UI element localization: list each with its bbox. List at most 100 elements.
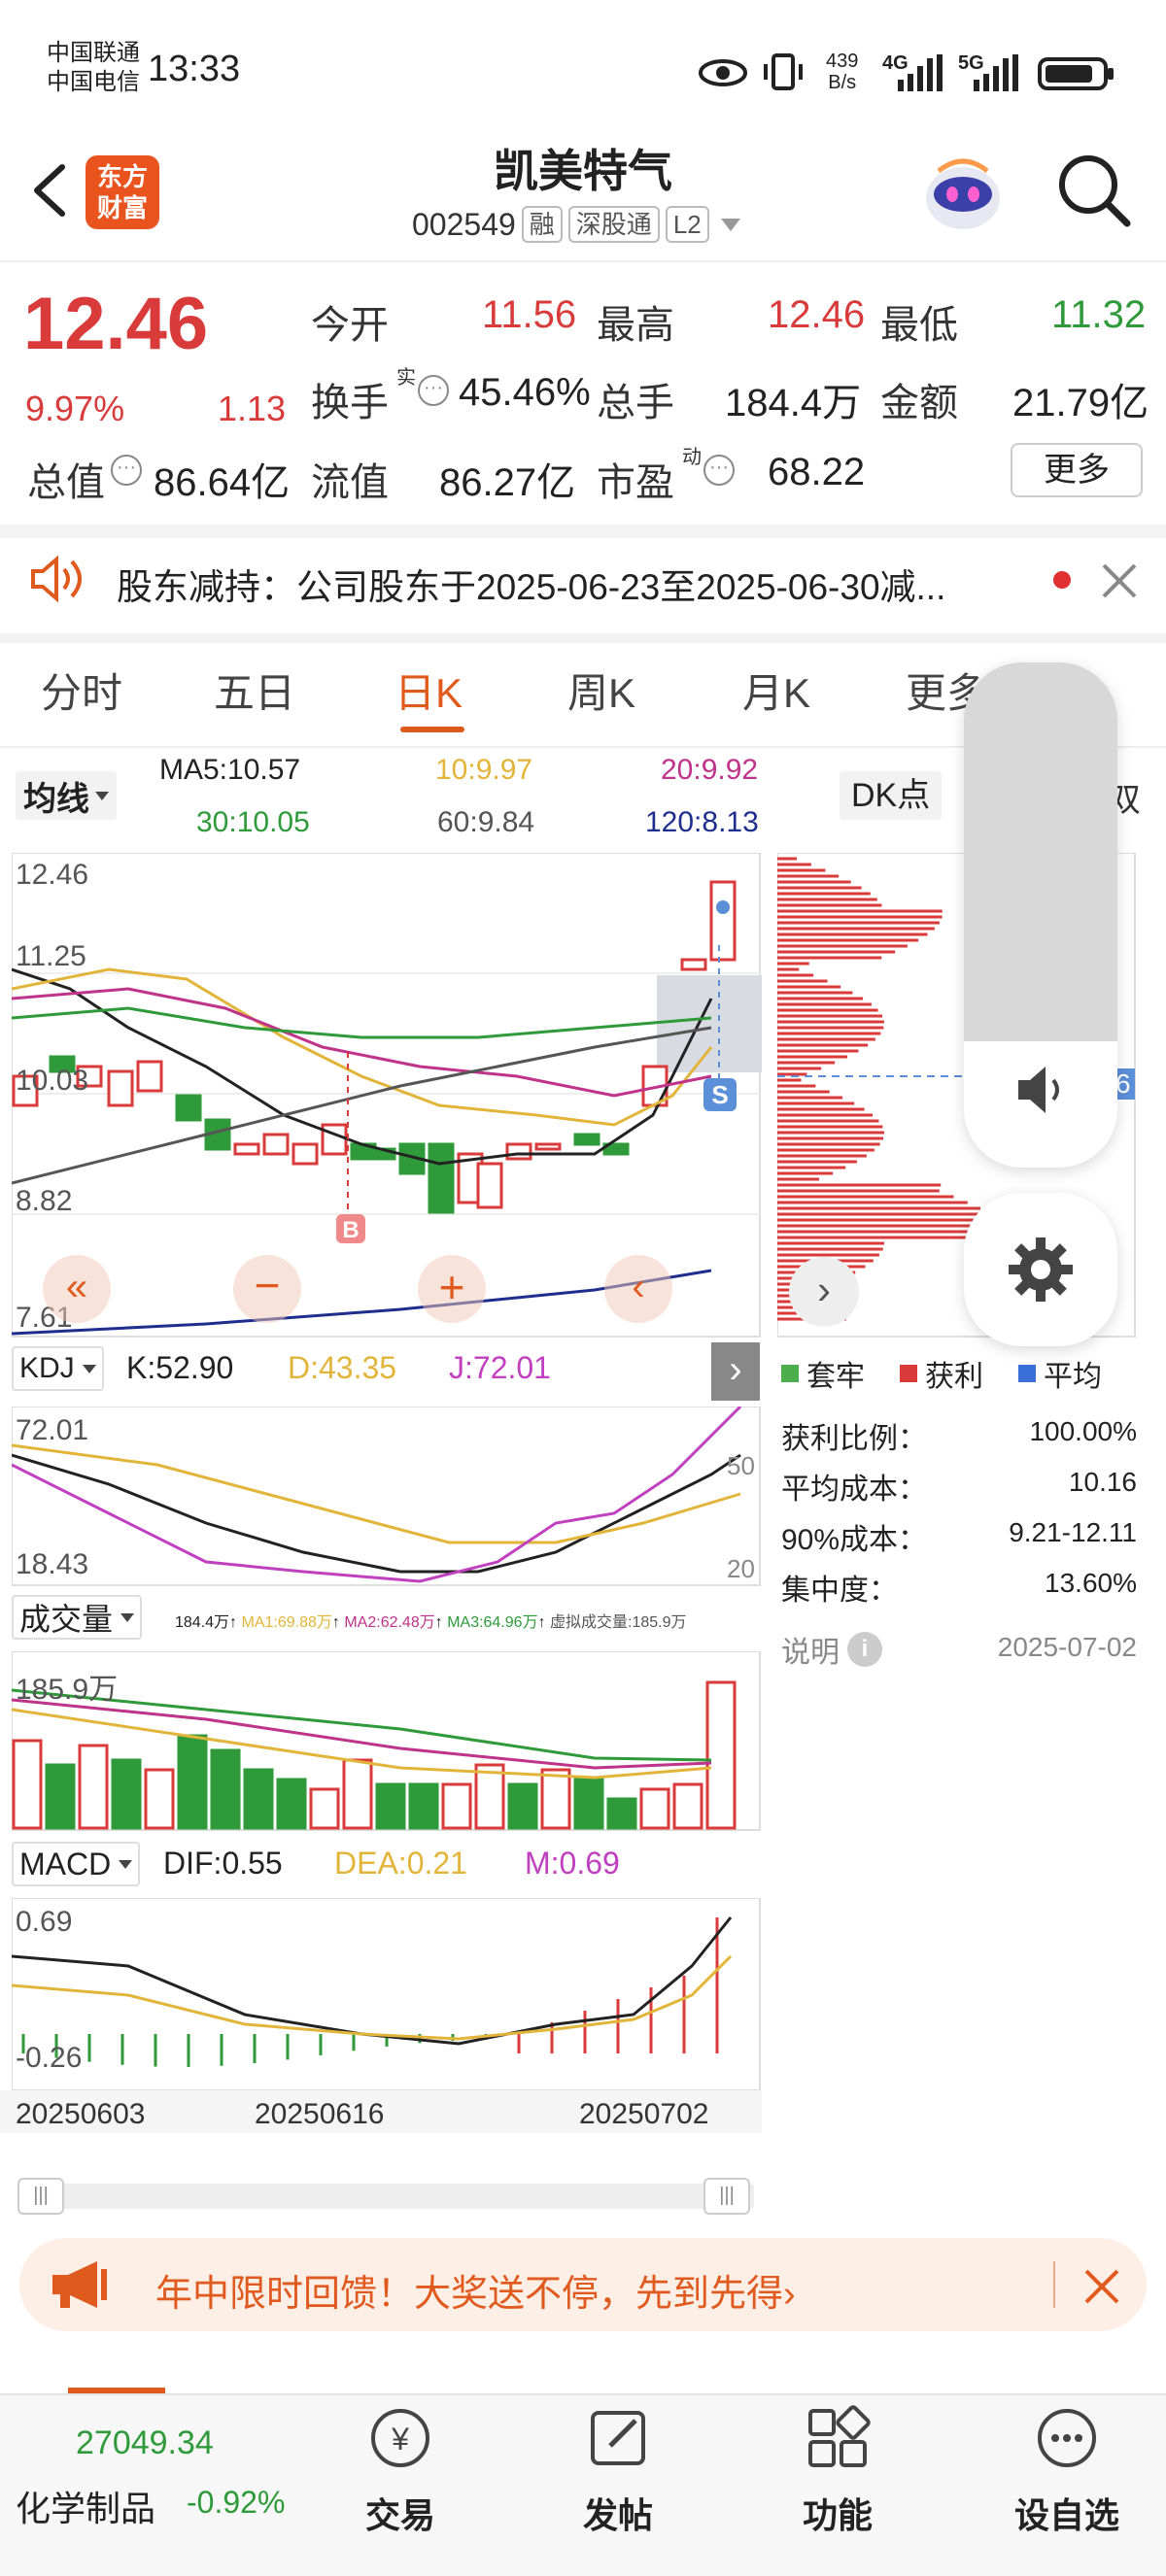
info-dots-icon[interactable]: ··· — [703, 455, 735, 486]
macd-dea: DEA:0.21 — [334, 1846, 467, 1881]
cost90-label: 90%成本： — [781, 1524, 928, 1556]
zoom-out-button[interactable]: − — [233, 1255, 301, 1323]
turnover-value: 45.46% — [459, 371, 591, 414]
close-icon[interactable] — [1100, 561, 1139, 600]
kdj-selector[interactable]: KDJ — [12, 1346, 104, 1391]
kdj-right-20: 20 — [727, 1554, 755, 1583]
volume-bar — [78, 1744, 109, 1830]
avg-cost-value: 10.16 — [1068, 1467, 1137, 1497]
vol-legend-virtual: 虚拟成交量:185.9万 — [550, 1614, 687, 1631]
kline-y-label-0: 12.46 — [16, 859, 89, 891]
search-icon[interactable] — [1055, 152, 1133, 229]
more-button[interactable]: 更多 — [1011, 443, 1143, 497]
kdj-y-bottom: 18.43 — [16, 1548, 89, 1580]
volume-bar — [441, 1782, 472, 1830]
carrier-2: 中国电信 — [47, 69, 140, 95]
add-watchlist-button[interactable]: 设自选 — [999, 2403, 1135, 2568]
index-name[interactable]: 化学制品 — [16, 2481, 155, 2531]
legend-avg: 平均 — [1044, 1361, 1102, 1393]
caret-down-icon — [95, 791, 109, 800]
info-dots-icon[interactable]: ··· — [418, 375, 449, 406]
post-button[interactable]: 发帖 — [560, 2403, 676, 2568]
vol-legend-ma1: MA1:69.88万 — [241, 1614, 332, 1631]
notice-text[interactable]: 股东减持：公司股东于2025-06-23至2025-06-30减... — [117, 558, 991, 610]
eye-icon — [698, 58, 748, 92]
dk-selector[interactable]: DK点 — [840, 771, 943, 820]
range-slider-left-handle[interactable]: ||| — [17, 2178, 64, 2215]
kline-candle — [680, 958, 707, 971]
kline-highlight-zone — [657, 975, 762, 1072]
net-speed-unit: B/s — [828, 72, 857, 93]
chip-legend: 套牢 获利 平均 — [781, 1352, 1102, 1395]
volume-bar — [507, 1782, 538, 1830]
chip-date: 2025-07-02 — [997, 1632, 1137, 1662]
promo-banner[interactable]: 年中限时回馈！大奖送不停，先到先得› — [19, 2238, 1147, 2331]
active-tab-indicator — [400, 727, 464, 732]
volume-bar — [243, 1768, 274, 1830]
note-label: 说明 — [781, 1637, 840, 1669]
step-left-button[interactable]: ‹ — [604, 1255, 672, 1323]
kline-candle — [233, 1142, 260, 1156]
macd-m: M:0.69 — [525, 1846, 620, 1881]
volume-selector[interactable]: 成交量 — [12, 1595, 143, 1640]
vol-legend-total: 184.4万 — [175, 1614, 230, 1631]
kdj-k-line — [12, 1453, 741, 1574]
profit-ratio-value: 100.00% — [1029, 1416, 1137, 1446]
kdj-j: J:72.01 — [449, 1350, 551, 1385]
ma-selector[interactable]: 均线 — [16, 771, 117, 820]
kline-candle — [534, 1142, 562, 1151]
margin-tag: 融 — [521, 206, 563, 243]
tab-daily-k[interactable]: 日K — [394, 661, 463, 720]
low-value: 11.32 — [1051, 293, 1147, 336]
kdj-d-line — [12, 1443, 741, 1544]
range-slider-track[interactable] — [17, 2184, 754, 2209]
tab-monthly-k[interactable]: 月K — [742, 661, 810, 720]
settings-overlay-button[interactable] — [964, 1193, 1117, 1346]
ma10-value: 10:9.97 — [435, 754, 533, 786]
ma-selector-label: 均线 — [23, 780, 89, 818]
index-change: -0.92% — [187, 2485, 286, 2520]
buy-marker-label: B — [342, 1217, 359, 1243]
tab-five-day[interactable]: 五日 — [214, 661, 295, 720]
macd-selector[interactable]: MACD — [12, 1842, 141, 1886]
info-dots-icon[interactable]: ··· — [111, 455, 142, 486]
kline-candle — [321, 1123, 348, 1156]
volume-bar — [276, 1778, 307, 1830]
volume-y-top: 185.9万 — [16, 1674, 119, 1706]
kdj-right-50: 50 — [727, 1451, 755, 1480]
stock-code-row: 002549 融 深股通 L2 — [412, 206, 740, 243]
ma120-value: 120:8.13 — [645, 806, 759, 838]
kdj-chart — [12, 1407, 761, 1586]
close-icon[interactable] — [1082, 2267, 1121, 2306]
volume-slider-overlay[interactable] — [964, 662, 1117, 1168]
robot-assistant-icon[interactable] — [919, 150, 1007, 237]
volume-bar — [573, 1778, 604, 1830]
vol-legend-ma2: MA2:62.48万 — [344, 1614, 435, 1631]
macd-dif: DIF:0.55 — [163, 1846, 283, 1881]
stock-code: 002549 — [412, 206, 516, 242]
trade-button[interactable]: ¥ 交易 — [342, 2403, 459, 2568]
chip-note[interactable]: 说明 i — [781, 1628, 882, 1671]
chip-expand-button[interactable]: › — [789, 1257, 859, 1327]
tab-intraday[interactable]: 分时 — [41, 661, 122, 720]
float-value: 86.27亿 — [439, 461, 576, 504]
kline-candle — [107, 1069, 134, 1107]
x-date-0: 20250603 — [16, 2098, 146, 2130]
caret-down-icon[interactable] — [720, 218, 740, 231]
scroll-left-button[interactable]: « — [43, 1255, 111, 1323]
amount-value: 21.79亿 — [1012, 382, 1149, 424]
profit-ratio-label: 获利比例： — [781, 1423, 927, 1455]
kdj-k: K:52.90 — [126, 1350, 234, 1385]
index-value[interactable]: 27049.34 — [76, 2424, 214, 2462]
dk-label: DK点 — [851, 777, 931, 814]
zoom-in-button[interactable]: + — [418, 1255, 486, 1323]
concentration-value: 13.60% — [1045, 1568, 1137, 1598]
x-date-1: 20250616 — [255, 2098, 385, 2130]
features-button[interactable]: 功能 — [779, 2403, 896, 2568]
megaphone-icon — [52, 2261, 107, 2308]
range-slider-right-handle[interactable]: ||| — [703, 2178, 750, 2215]
trade-label: 交易 — [364, 2495, 435, 2535]
sell-marker-label: S — [711, 1080, 728, 1109]
panel-collapse-button[interactable]: › — [711, 1342, 760, 1401]
tab-weekly-k[interactable]: 周K — [567, 661, 635, 720]
